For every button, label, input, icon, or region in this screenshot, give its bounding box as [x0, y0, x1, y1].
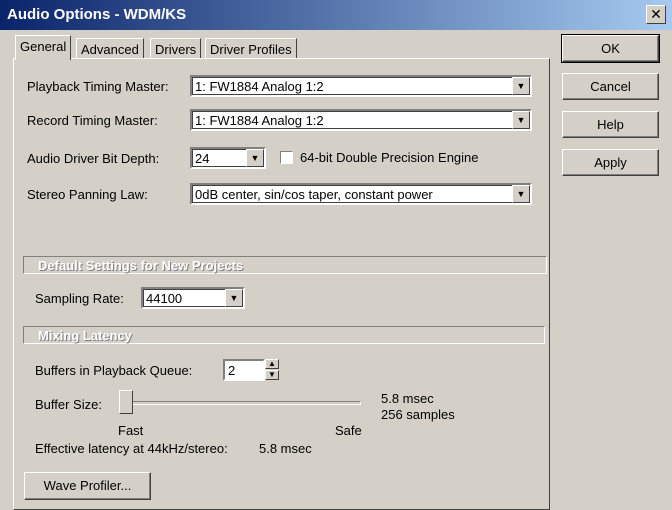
cancel-label: Cancel [590, 79, 631, 94]
double-precision-checkbox[interactable] [280, 151, 293, 164]
buffers-input[interactable]: 2 [223, 359, 265, 381]
apply-button[interactable]: Apply [562, 149, 659, 176]
sampling-rate-value: 44100 [146, 291, 183, 306]
playback-timing-select[interactable]: 1: FW1884 Analog 1:2 ▼ [190, 75, 532, 97]
chevron-down-icon[interactable]: ▼ [512, 185, 530, 203]
help-button[interactable]: Help [562, 111, 659, 138]
bit-depth-select[interactable]: 24 ▼ [190, 147, 266, 169]
chevron-down-icon[interactable]: ▼ [225, 289, 243, 307]
tab-advanced-label: Advanced [81, 42, 139, 57]
tab-advanced[interactable]: Advanced [76, 38, 144, 59]
defaults-heading-text: Default Settings for New Projects [38, 258, 244, 273]
close-icon: ✕ [650, 6, 662, 22]
mixing-latency-group-heading: Mixing Latency [23, 326, 545, 344]
title-bar: Audio Options - WDM/KS ✕ [0, 0, 672, 30]
buffers-value: 2 [228, 363, 236, 378]
panning-law-value: 0dB center, sin/cos taper, constant powe… [195, 187, 433, 202]
mixing-latency-heading-text: Mixing Latency [38, 328, 132, 343]
panning-law-label: Stereo Panning Law: [27, 187, 148, 202]
tab-general-label: General [20, 39, 67, 54]
window-title: Audio Options - WDM/KS [7, 6, 187, 23]
chevron-down-icon[interactable]: ▼ [246, 149, 264, 167]
wave-profiler-button[interactable]: Wave Profiler... [24, 472, 151, 500]
playback-timing-value: 1: FW1884 Analog 1:2 [195, 79, 324, 94]
bit-depth-value: 24 [195, 151, 210, 166]
chevron-down-icon[interactable]: ▼ [512, 77, 530, 95]
tab-driver-profiles-label: Driver Profiles [210, 42, 292, 57]
buffers-label: Buffers in Playback Queue: [35, 363, 193, 378]
double-precision-label: 64-bit Double Precision Engine [300, 150, 479, 165]
playback-timing-label: Playback Timing Master: [27, 79, 169, 94]
help-label: Help [597, 117, 624, 132]
tab-general[interactable]: General [15, 35, 72, 60]
buffer-samples: 256 samples [381, 407, 455, 422]
record-timing-value: 1: FW1884 Analog 1:2 [195, 113, 324, 128]
buffer-size-slider-track[interactable] [120, 401, 361, 405]
close-button[interactable]: ✕ [646, 5, 666, 24]
panning-law-select[interactable]: 0dB center, sin/cos taper, constant powe… [190, 183, 532, 205]
safe-label: Safe [335, 423, 362, 438]
sampling-rate-label: Sampling Rate: [35, 291, 124, 306]
effective-latency-value: 5.8 msec [259, 441, 312, 456]
ok-label: OK [601, 41, 620, 56]
fast-label: Fast [118, 423, 144, 438]
effective-latency-label: Effective latency at 44kHz/stereo: [35, 441, 228, 456]
tab-drivers-label: Drivers [155, 42, 197, 57]
buffer-msec: 5.8 msec [381, 391, 434, 406]
ok-button[interactable]: OK [561, 34, 660, 63]
sampling-rate-select[interactable]: 44100 ▼ [141, 287, 245, 309]
record-timing-select[interactable]: 1: FW1884 Analog 1:2 ▼ [190, 109, 532, 131]
spin-down-button[interactable]: ▼ [265, 370, 279, 380]
apply-label: Apply [594, 155, 627, 170]
buffer-size-label: Buffer Size: [35, 397, 102, 412]
defaults-group-heading: Default Settings for New Projects [23, 256, 547, 274]
bit-depth-label: Audio Driver Bit Depth: [27, 151, 160, 166]
buffer-size-slider-thumb[interactable] [119, 390, 133, 414]
wave-profiler-label: Wave Profiler... [43, 478, 132, 493]
cancel-button[interactable]: Cancel [562, 73, 659, 100]
tab-driver-profiles[interactable]: Driver Profiles [205, 38, 297, 59]
tab-drivers[interactable]: Drivers [150, 38, 202, 59]
spin-up-button[interactable]: ▲ [265, 359, 279, 369]
record-timing-label: Record Timing Master: [27, 113, 158, 128]
chevron-down-icon[interactable]: ▼ [512, 111, 530, 129]
